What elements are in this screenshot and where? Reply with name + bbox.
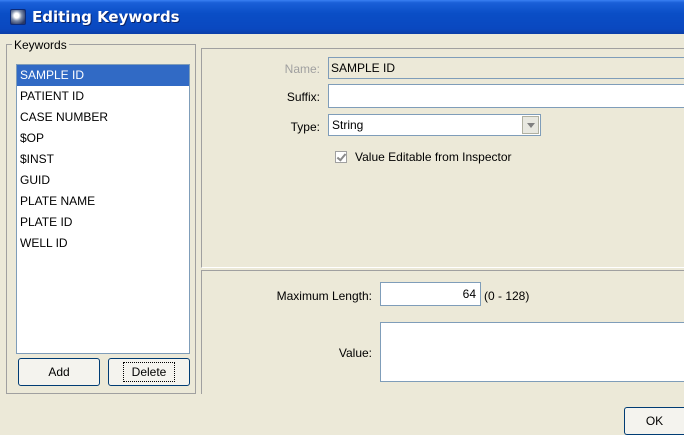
keywords-legend: Keywords — [12, 38, 69, 52]
type-selected-value: String — [332, 118, 364, 132]
chevron-down-icon — [526, 122, 535, 128]
list-item[interactable]: CASE NUMBER — [17, 107, 189, 128]
delete-button-label: Delete — [122, 362, 176, 382]
value-editable-checkbox[interactable] — [335, 151, 347, 163]
title-bar[interactable]: Editing Keywords — [0, 0, 684, 34]
value-textarea[interactable] — [380, 322, 684, 382]
list-item[interactable]: $INST — [17, 149, 189, 170]
type-label: Type: — [290, 120, 320, 134]
name-label: Name: — [284, 62, 320, 76]
list-item[interactable]: SAMPLE ID — [17, 65, 189, 86]
keywords-list[interactable]: SAMPLE ID PATIENT ID CASE NUMBER $OP $IN… — [16, 64, 190, 354]
list-item[interactable]: PATIENT ID — [17, 86, 189, 107]
list-item[interactable]: PLATE ID — [17, 212, 189, 233]
max-length-range: (0 - 128) — [484, 289, 530, 303]
value-editable-option[interactable]: Value Editable from Inspector — [335, 150, 512, 164]
max-length-label: Maximum Length: — [276, 289, 372, 303]
list-item[interactable]: $OP — [17, 128, 189, 149]
ok-button[interactable]: OK — [624, 407, 684, 435]
list-item[interactable]: GUID — [17, 170, 189, 191]
value-editable-label: Value Editable from Inspector — [355, 150, 512, 164]
max-length-input[interactable]: 64 — [380, 282, 481, 306]
type-dropdown[interactable]: String — [328, 114, 541, 136]
list-item[interactable]: PLATE NAME — [17, 191, 189, 212]
app-icon[interactable] — [10, 9, 26, 25]
window-title: Editing Keywords — [32, 8, 180, 26]
suffix-label: Suffix: — [286, 90, 320, 104]
suffix-input[interactable] — [328, 84, 684, 108]
delete-button[interactable]: Delete — [108, 358, 190, 386]
add-button[interactable]: Add — [18, 358, 100, 386]
value-label: Value: — [338, 346, 372, 360]
list-item[interactable]: WELL ID — [17, 233, 189, 254]
dropdown-arrow-button[interactable] — [522, 116, 539, 134]
name-field: SAMPLE ID — [328, 57, 684, 79]
